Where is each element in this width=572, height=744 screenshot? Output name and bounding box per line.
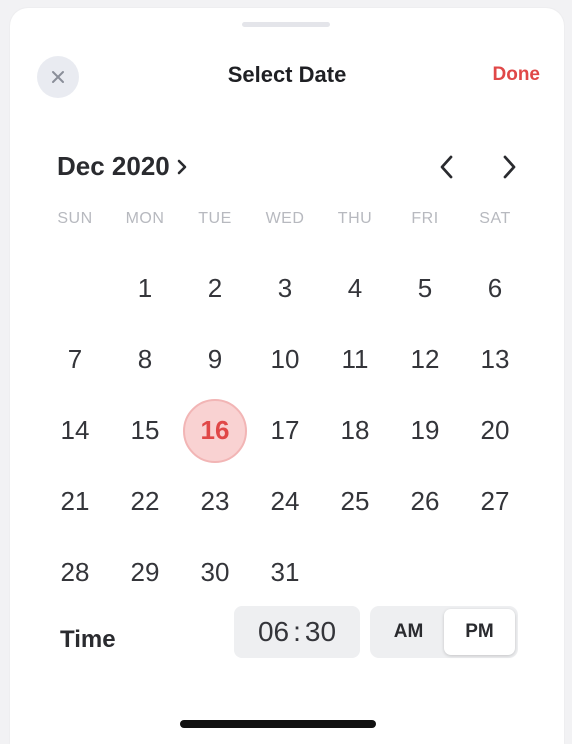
weekday-label: SAT — [479, 210, 511, 227]
day-number: 26 — [410, 486, 440, 516]
day-cell[interactable]: 20 — [460, 395, 530, 466]
day-number: 7 — [67, 344, 83, 374]
day-cell[interactable]: 4 — [320, 253, 390, 324]
day-number: 31 — [270, 557, 300, 587]
day-cell-empty — [40, 253, 110, 324]
day-cell[interactable]: 24 — [250, 466, 320, 537]
chevron-right-icon — [177, 159, 187, 174]
day-cell[interactable]: 13 — [460, 324, 530, 395]
day-cell[interactable]: 5 — [390, 253, 460, 324]
day-number: 9 — [207, 344, 223, 374]
time-input[interactable]: 06 : 30 — [234, 606, 360, 658]
pm-segment[interactable]: PM — [444, 609, 515, 655]
day-number: 3 — [277, 273, 293, 303]
day-cell[interactable]: 23 — [180, 466, 250, 537]
day-number: 25 — [340, 486, 370, 516]
day-number: 28 — [60, 557, 90, 587]
day-cell[interactable]: 8 — [110, 324, 180, 395]
day-number: 6 — [487, 273, 503, 303]
sheet-title: Select Date — [227, 62, 347, 87]
time-label: Time — [60, 626, 116, 653]
weekday-header: SUN MON TUE WED THU FRI SAT — [40, 210, 530, 228]
day-cell[interactable]: 15 — [110, 395, 180, 466]
home-indicator — [180, 720, 376, 728]
month-selector-button[interactable]: Dec 2020 — [57, 151, 188, 182]
day-cell[interactable]: 3 — [250, 253, 320, 324]
day-number: 24 — [270, 486, 300, 516]
day-cell[interactable]: 10 — [250, 324, 320, 395]
weekday-label: MON — [125, 210, 165, 227]
day-cell[interactable]: 31 — [250, 537, 320, 608]
month-label: Dec 2020 — [57, 151, 170, 181]
day-cell[interactable]: 7 — [40, 324, 110, 395]
weekday-label: THU — [337, 210, 373, 227]
day-cell[interactable]: 21 — [40, 466, 110, 537]
day-cell[interactable]: 26 — [390, 466, 460, 537]
day-cell[interactable]: 27 — [460, 466, 530, 537]
day-cell[interactable]: 12 — [390, 324, 460, 395]
day-cell[interactable]: 6 — [460, 253, 530, 324]
day-number: 14 — [60, 415, 90, 445]
day-cell[interactable]: 9 — [180, 324, 250, 395]
day-number: 8 — [137, 344, 153, 374]
time-minutes: 30 — [304, 616, 337, 647]
day-number: 2 — [207, 273, 223, 303]
day-number: 5 — [417, 273, 433, 303]
day-number: 13 — [480, 344, 510, 374]
day-number: 19 — [410, 415, 440, 445]
day-number: 21 — [60, 486, 90, 516]
weekday-label: SUN — [57, 210, 93, 227]
day-cell[interactable]: 22 — [110, 466, 180, 537]
day-number: 15 — [130, 415, 160, 445]
weekday-label: WED — [265, 210, 305, 227]
am-pm-toggle: AM PM — [370, 606, 518, 658]
day-number: 29 — [130, 557, 160, 587]
time-separator: : — [293, 616, 301, 647]
am-segment[interactable]: AM — [373, 609, 444, 655]
day-cell[interactable]: 2 — [180, 253, 250, 324]
next-month-button[interactable] — [494, 150, 524, 184]
day-cell[interactable]: 19 — [390, 395, 460, 466]
done-button[interactable]: Done — [493, 64, 541, 86]
day-cell[interactable]: 28 — [40, 537, 110, 608]
day-number: 1 — [137, 273, 153, 303]
day-number: 23 — [200, 486, 230, 516]
previous-month-button[interactable] — [432, 150, 462, 184]
weekday-label: TUE — [198, 210, 232, 227]
day-cell[interactable]: 30 — [180, 537, 250, 608]
day-number: 22 — [130, 486, 160, 516]
day-cell[interactable]: 25 — [320, 466, 390, 537]
calendar-grid: 1 2 3 4 5 6 7 8 9 10 11 12 13 14 15 16 17 18 19 20 21 22 23 24 2… — [40, 253, 530, 608]
day-cell[interactable]: 29 — [110, 537, 180, 608]
day-number: 30 — [200, 557, 230, 587]
day-cell[interactable]: 18 — [320, 395, 390, 466]
day-number: 11 — [341, 344, 369, 374]
day-cell[interactable]: 14 — [40, 395, 110, 466]
day-cell[interactable]: 17 — [250, 395, 320, 466]
day-cell[interactable]: 11 — [320, 324, 390, 395]
day-number: 4 — [347, 273, 363, 303]
date-picker-sheet: Select Date Done Dec 2020 SUN MON TUE WE… — [10, 8, 564, 744]
chevron-left-icon — [440, 155, 453, 179]
day-number: 17 — [270, 415, 300, 445]
time-hours: 06 — [257, 616, 290, 647]
chevron-right-icon — [503, 155, 516, 179]
day-number: 18 — [340, 415, 370, 445]
day-number: 16 — [200, 415, 230, 445]
day-number: 10 — [270, 344, 300, 374]
day-number: 12 — [410, 344, 440, 374]
day-number: 20 — [480, 415, 510, 445]
sheet-grabber[interactable] — [242, 22, 330, 27]
day-cell-selected[interactable]: 16 — [180, 395, 250, 466]
day-number: 27 — [480, 486, 510, 516]
weekday-label: FRI — [411, 210, 439, 227]
day-cell[interactable]: 1 — [110, 253, 180, 324]
